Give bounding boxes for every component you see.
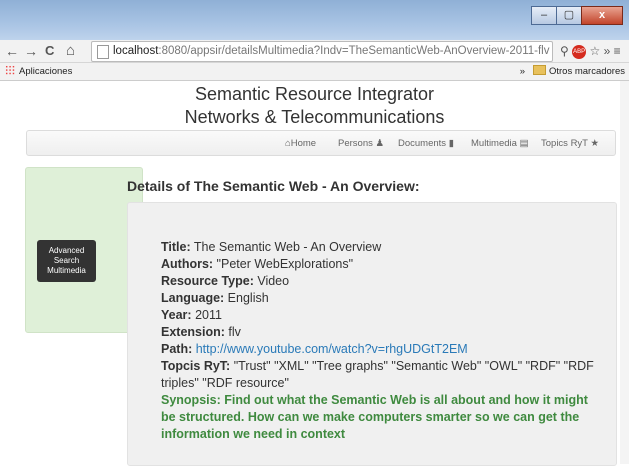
adblock-extension-icon[interactable]: ABP bbox=[572, 44, 587, 59]
bookmark-star-icon[interactable]: ☆ bbox=[589, 44, 600, 58]
other-bookmarks-folder[interactable]: Otros marcadores bbox=[549, 66, 625, 77]
forward-icon[interactable]: → bbox=[24, 42, 38, 60]
apps-icon[interactable] bbox=[5, 65, 15, 75]
field-path: Path: http://www.youtube.com/watch?v=rhg… bbox=[161, 341, 601, 358]
field-year: Year: 2011 bbox=[161, 307, 601, 324]
field-label: Language: bbox=[161, 291, 225, 305]
page-content: Semantic Resource Integrator Networks & … bbox=[0, 81, 629, 466]
site-title-line1: Semantic Resource Integrator bbox=[194, 84, 435, 104]
bookmarks-chevron-icon[interactable]: » bbox=[520, 66, 525, 77]
more-extensions-icon[interactable]: » bbox=[604, 44, 611, 58]
nav-multimedia-label: Multimedia bbox=[471, 138, 517, 149]
page-icon bbox=[97, 45, 109, 59]
nav-multimedia[interactable]: Multimedia ▤ bbox=[471, 131, 529, 156]
nav-documents[interactable]: Documents ▮ bbox=[398, 131, 454, 156]
field-value: 2011 bbox=[191, 308, 222, 322]
nav-topics[interactable]: Topics RyT ★ bbox=[541, 131, 599, 156]
minimize-button[interactable]: – bbox=[531, 6, 557, 25]
details-well: Title: The Semantic Web - An Overview Au… bbox=[127, 202, 617, 466]
nav-topics-label: Topics RyT bbox=[541, 138, 588, 149]
field-synopsis: Synopsis: Find out what the Semantic Web… bbox=[161, 393, 588, 441]
apps-bookmark[interactable]: Aplicaciones bbox=[19, 66, 72, 77]
star-icon: ★ bbox=[590, 138, 599, 149]
field-label: Authors: bbox=[161, 257, 214, 271]
url-path: :8080/appsir/detailsMultimedia?Indv=TheS… bbox=[158, 45, 550, 57]
nav-home[interactable]: ⌂Home bbox=[285, 131, 316, 156]
file-icon: ▮ bbox=[448, 138, 454, 149]
browser-toolbar: ← → C ⌂ localhost:8080/appsir/detailsMul… bbox=[0, 40, 629, 63]
field-label: Resource Type: bbox=[161, 274, 254, 288]
chrome-menu-icon[interactable]: ≡ bbox=[614, 44, 621, 58]
nav-home-label: Home bbox=[290, 138, 317, 149]
zoom-icon[interactable]: ⚲ bbox=[560, 44, 569, 58]
nav-persons[interactable]: Persons ♟ bbox=[338, 131, 384, 156]
close-button[interactable]: x bbox=[581, 6, 623, 25]
window-controls: – ▢ x bbox=[531, 6, 623, 25]
home-icon[interactable]: ⌂ bbox=[66, 42, 75, 60]
details-fields: Title: The Semantic Web - An Overview Au… bbox=[161, 239, 601, 443]
button-label-line3: Multimedia bbox=[47, 266, 86, 275]
field-label: Topcis RyT: bbox=[161, 359, 231, 373]
field-value: English bbox=[224, 291, 269, 305]
advanced-search-multimedia-button[interactable]: Advanced Search Multimedia bbox=[37, 240, 96, 282]
url-host: localhost bbox=[113, 45, 159, 57]
back-icon[interactable]: ← bbox=[5, 42, 19, 60]
field-resource-type: Resource Type: Video bbox=[161, 273, 601, 290]
field-value: "Peter WebExplorations" bbox=[213, 257, 354, 271]
field-value: Video bbox=[253, 274, 290, 288]
field-label: Path: bbox=[161, 342, 193, 356]
bookmarks-bar: Aplicaciones » Otros marcadores bbox=[0, 63, 629, 81]
field-label: Extension: bbox=[161, 325, 225, 339]
field-topics: Topcis RyT: "Trust" "XML" "Tree graphs" … bbox=[161, 358, 601, 392]
nav-persons-label: Persons bbox=[338, 138, 373, 149]
site-title-line2: Networks & Telecommunications bbox=[184, 107, 445, 127]
folder-icon bbox=[532, 65, 546, 75]
page-scrollbar[interactable] bbox=[620, 81, 629, 464]
film-icon: ▤ bbox=[519, 138, 529, 149]
window-title-bar: – ▢ x bbox=[0, 0, 629, 40]
toolbar-right: ⚲ ABP ☆ » ≡ bbox=[560, 42, 621, 60]
maximize-button[interactable]: ▢ bbox=[556, 6, 582, 25]
field-title: Title: The Semantic Web - An Overview bbox=[161, 239, 601, 256]
path-link[interactable]: http://www.youtube.com/watch?v=rhgUDGtT2… bbox=[196, 342, 468, 356]
sidebar-panel: Advanced Search Multimedia bbox=[25, 167, 143, 333]
main-navbar: ⌂Home Persons ♟ Documents ▮ Multimedia ▤… bbox=[26, 130, 616, 156]
bookmarks-right: » Otros marcadores bbox=[520, 63, 625, 80]
field-language: Language: English bbox=[161, 290, 601, 307]
nav-documents-label: Documents bbox=[398, 138, 447, 149]
field-value: The Semantic Web - An Overview bbox=[190, 240, 382, 254]
button-label-line2: Search bbox=[53, 256, 80, 265]
address-bar[interactable]: localhost:8080/appsir/detailsMultimedia?… bbox=[91, 41, 553, 62]
reload-icon[interactable]: C bbox=[45, 42, 54, 60]
user-icon: ♟ bbox=[375, 138, 385, 149]
field-label: Title: bbox=[161, 240, 191, 254]
button-label-line1: Advanced bbox=[48, 246, 85, 255]
details-heading: Details of The Semantic Web - An Overvie… bbox=[127, 178, 420, 194]
field-label: Year: bbox=[161, 308, 192, 322]
field-authors: Authors: "Peter WebExplorations" bbox=[161, 256, 601, 273]
field-extension: Extension: flv bbox=[161, 324, 601, 341]
field-value: flv bbox=[224, 325, 241, 339]
